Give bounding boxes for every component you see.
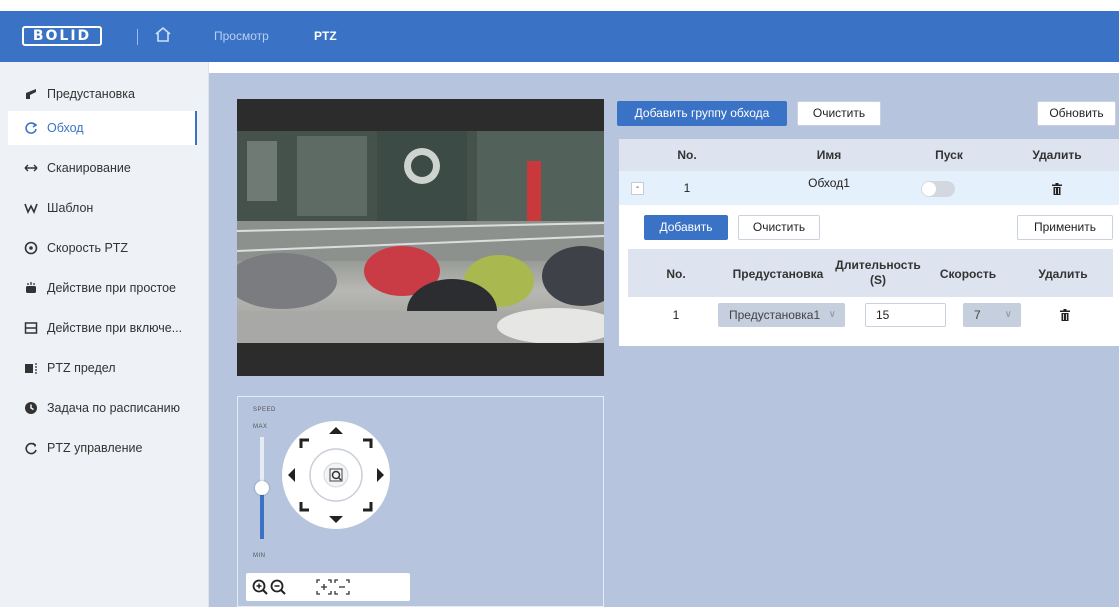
nav-ptz-link[interactable]: PTZ — [314, 28, 337, 44]
logo-divider — [137, 29, 138, 45]
sidebar-item-label: Действие при простое — [47, 281, 177, 295]
zoom-in-icon[interactable] — [250, 577, 270, 597]
sidebar-item-schedule-task[interactable]: Задача по расписанию — [8, 391, 197, 425]
sidebar-item-label: Скорость PTZ — [47, 241, 129, 255]
column-header-duration: Длительность (S) — [835, 258, 921, 287]
sidebar-item-scan[interactable]: Сканирование — [8, 151, 197, 185]
tour-points-header: No. Предустановка Длительность (S) Скоро… — [628, 249, 1113, 297]
control-icon — [24, 441, 38, 455]
sidebar-item-label: Действие при включе... — [47, 321, 183, 335]
pattern-icon — [24, 201, 38, 215]
sidebar-item-label: PTZ предел — [47, 361, 116, 375]
sidebar: Предустановка Обход Сканирование Шаблон … — [0, 62, 209, 607]
top-navigation-bar: BOLID Просмотр PTZ — [0, 11, 1119, 62]
direction-pad[interactable] — [281, 420, 391, 530]
sidebar-item-label: Предустановка — [47, 87, 135, 101]
preset-icon — [24, 87, 38, 101]
schedule-icon — [24, 401, 38, 415]
nav-view-link[interactable]: Просмотр — [214, 28, 269, 44]
speed-select-value: 7 — [974, 308, 981, 322]
speed-icon — [24, 241, 38, 255]
zoom-out-icon[interactable] — [268, 577, 288, 597]
chevron-down-icon: ∨ — [1004, 309, 1012, 320]
sidebar-item-ptz-limit[interactable]: PTZ предел — [8, 351, 197, 385]
refresh-button[interactable]: Обновить — [1037, 101, 1116, 126]
ptz-control-panel: SPEED MAX MIN — [237, 396, 604, 607]
delete-tour-icon[interactable] — [1052, 183, 1062, 195]
tour-start-toggle[interactable] — [921, 181, 955, 197]
clear-points-button[interactable]: Очистить — [738, 215, 820, 240]
bolid-logo: BOLID — [22, 26, 102, 46]
sidebar-item-tour[interactable]: Обход — [8, 111, 197, 145]
column-header-name: Имя — [816, 148, 842, 162]
chevron-down-icon: ∨ — [828, 309, 836, 320]
apply-button[interactable]: Применить — [1017, 215, 1113, 240]
table-row[interactable]: - 1 Обход1 — [619, 171, 1119, 205]
sidebar-item-preset[interactable]: Предустановка — [8, 77, 197, 111]
focus-near-icon[interactable] — [314, 577, 334, 597]
sidebar-item-ptz-speed[interactable]: Скорость PTZ — [8, 231, 197, 265]
speed-max-label: MAX — [253, 424, 268, 430]
sidebar-item-label: Задача по расписанию — [47, 401, 180, 415]
speed-slider-thumb[interactable] — [255, 481, 269, 495]
sidebar-item-pattern[interactable]: Шаблон — [8, 191, 197, 225]
limit-icon — [24, 361, 38, 375]
column-header-delete: Удалить — [1032, 148, 1082, 162]
point-no: 1 — [672, 308, 680, 322]
table-row: 1 Предустановка1 ∨ 15 7 ∨ — [628, 297, 1113, 333]
scan-icon — [24, 161, 38, 175]
video-preview[interactable] — [237, 99, 604, 376]
speed-select[interactable]: 7 ∨ — [963, 303, 1021, 327]
sidebar-item-label: Шаблон — [47, 201, 94, 215]
tour-table-header: No. Имя Пуск Удалить — [619, 139, 1119, 171]
home-icon[interactable] — [153, 25, 173, 45]
power-up-icon — [24, 321, 38, 335]
column-header-preset: Предустановка — [732, 267, 824, 281]
speed-min-label: MIN — [253, 553, 266, 559]
focus-far-icon[interactable] — [332, 577, 352, 597]
sidebar-item-label: PTZ управление — [47, 441, 143, 455]
delete-point-icon[interactable] — [1060, 309, 1070, 321]
tour-no: 1 — [683, 181, 691, 195]
clear-tours-button[interactable]: Очистить — [797, 101, 881, 126]
zoom-toolbar — [246, 573, 410, 601]
duration-input[interactable]: 15 — [865, 303, 946, 327]
preset-select[interactable]: Предустановка1 ∨ — [718, 303, 845, 327]
preset-select-value: Предустановка1 — [729, 308, 821, 322]
column-header-delete: Удалить — [1038, 267, 1088, 281]
sidebar-item-power-up-action[interactable]: Действие при включе... — [8, 311, 197, 345]
idle-icon — [24, 281, 38, 295]
tour-name: Обход1 — [808, 176, 850, 190]
add-point-button[interactable]: Добавить — [644, 215, 728, 240]
column-header-no: No. — [677, 148, 697, 162]
add-tour-group-button[interactable]: Добавить группу обхода — [617, 101, 787, 126]
speed-label: SPEED — [253, 407, 276, 413]
sidebar-item-label: Сканирование — [47, 161, 131, 175]
column-header-start: Пуск — [935, 148, 963, 162]
collapse-toggle[interactable]: - — [631, 182, 644, 195]
tour-icon — [24, 121, 38, 135]
speed-slider-fill — [260, 488, 264, 539]
column-header-speed: Скорость — [939, 267, 997, 281]
column-header-no: No. — [666, 267, 686, 281]
sidebar-item-label: Обход — [47, 121, 84, 135]
sidebar-item-ptz-control[interactable]: PTZ управление — [8, 431, 197, 465]
camera-image — [237, 131, 604, 343]
sidebar-item-idle-action[interactable]: Действие при простое — [8, 271, 197, 305]
